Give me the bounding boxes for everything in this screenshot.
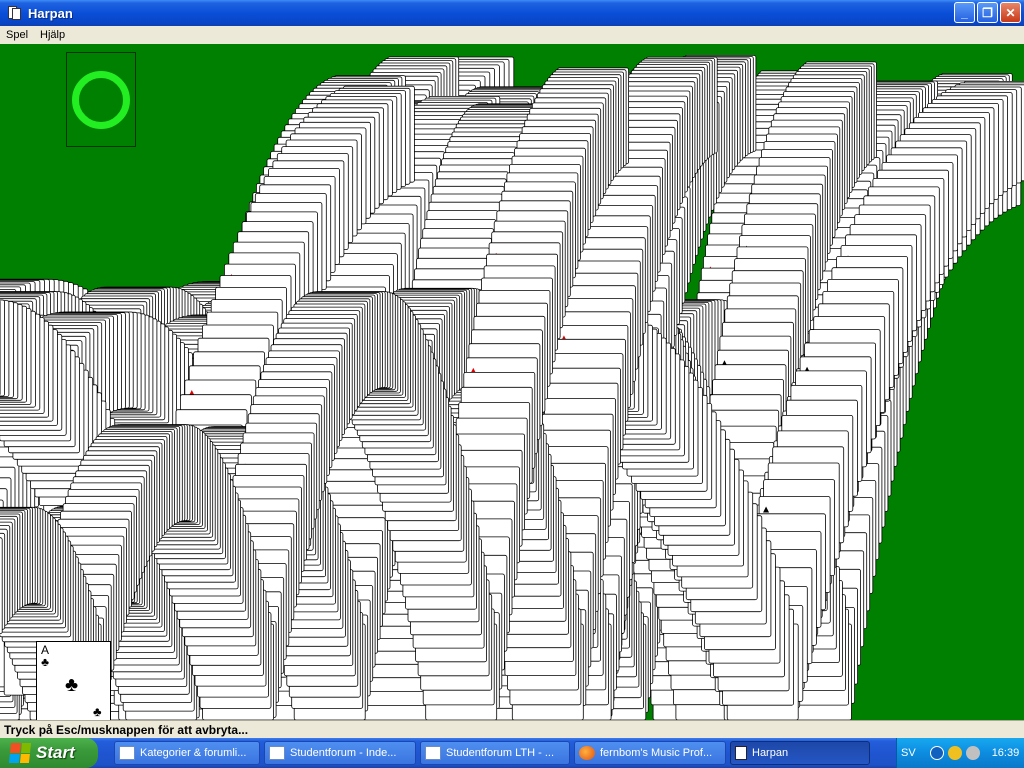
menu-hjalp[interactable]: Hjälp — [34, 29, 71, 41]
card-trail-group — [0, 54, 1024, 720]
solitaire-app-icon[interactable] — [6, 5, 22, 21]
bouncing-cards-animation — [0, 54, 1024, 720]
close-button[interactable]: ✕ — [1000, 2, 1021, 23]
menu-bar: Spel Hjälp — [0, 26, 1024, 44]
game-board[interactable]: A ♣ ♣ ♣ — [0, 44, 1024, 720]
menu-spel[interactable]: Spel — [0, 29, 34, 41]
minimize-button[interactable]: _ — [954, 2, 975, 23]
window-titlebar[interactable]: Harpan _ ❐ ✕ — [0, 0, 1024, 26]
window-title: Harpan — [28, 5, 73, 21]
maximize-button[interactable]: ❐ — [977, 2, 998, 23]
window-controls: _ ❐ ✕ — [954, 2, 1021, 23]
